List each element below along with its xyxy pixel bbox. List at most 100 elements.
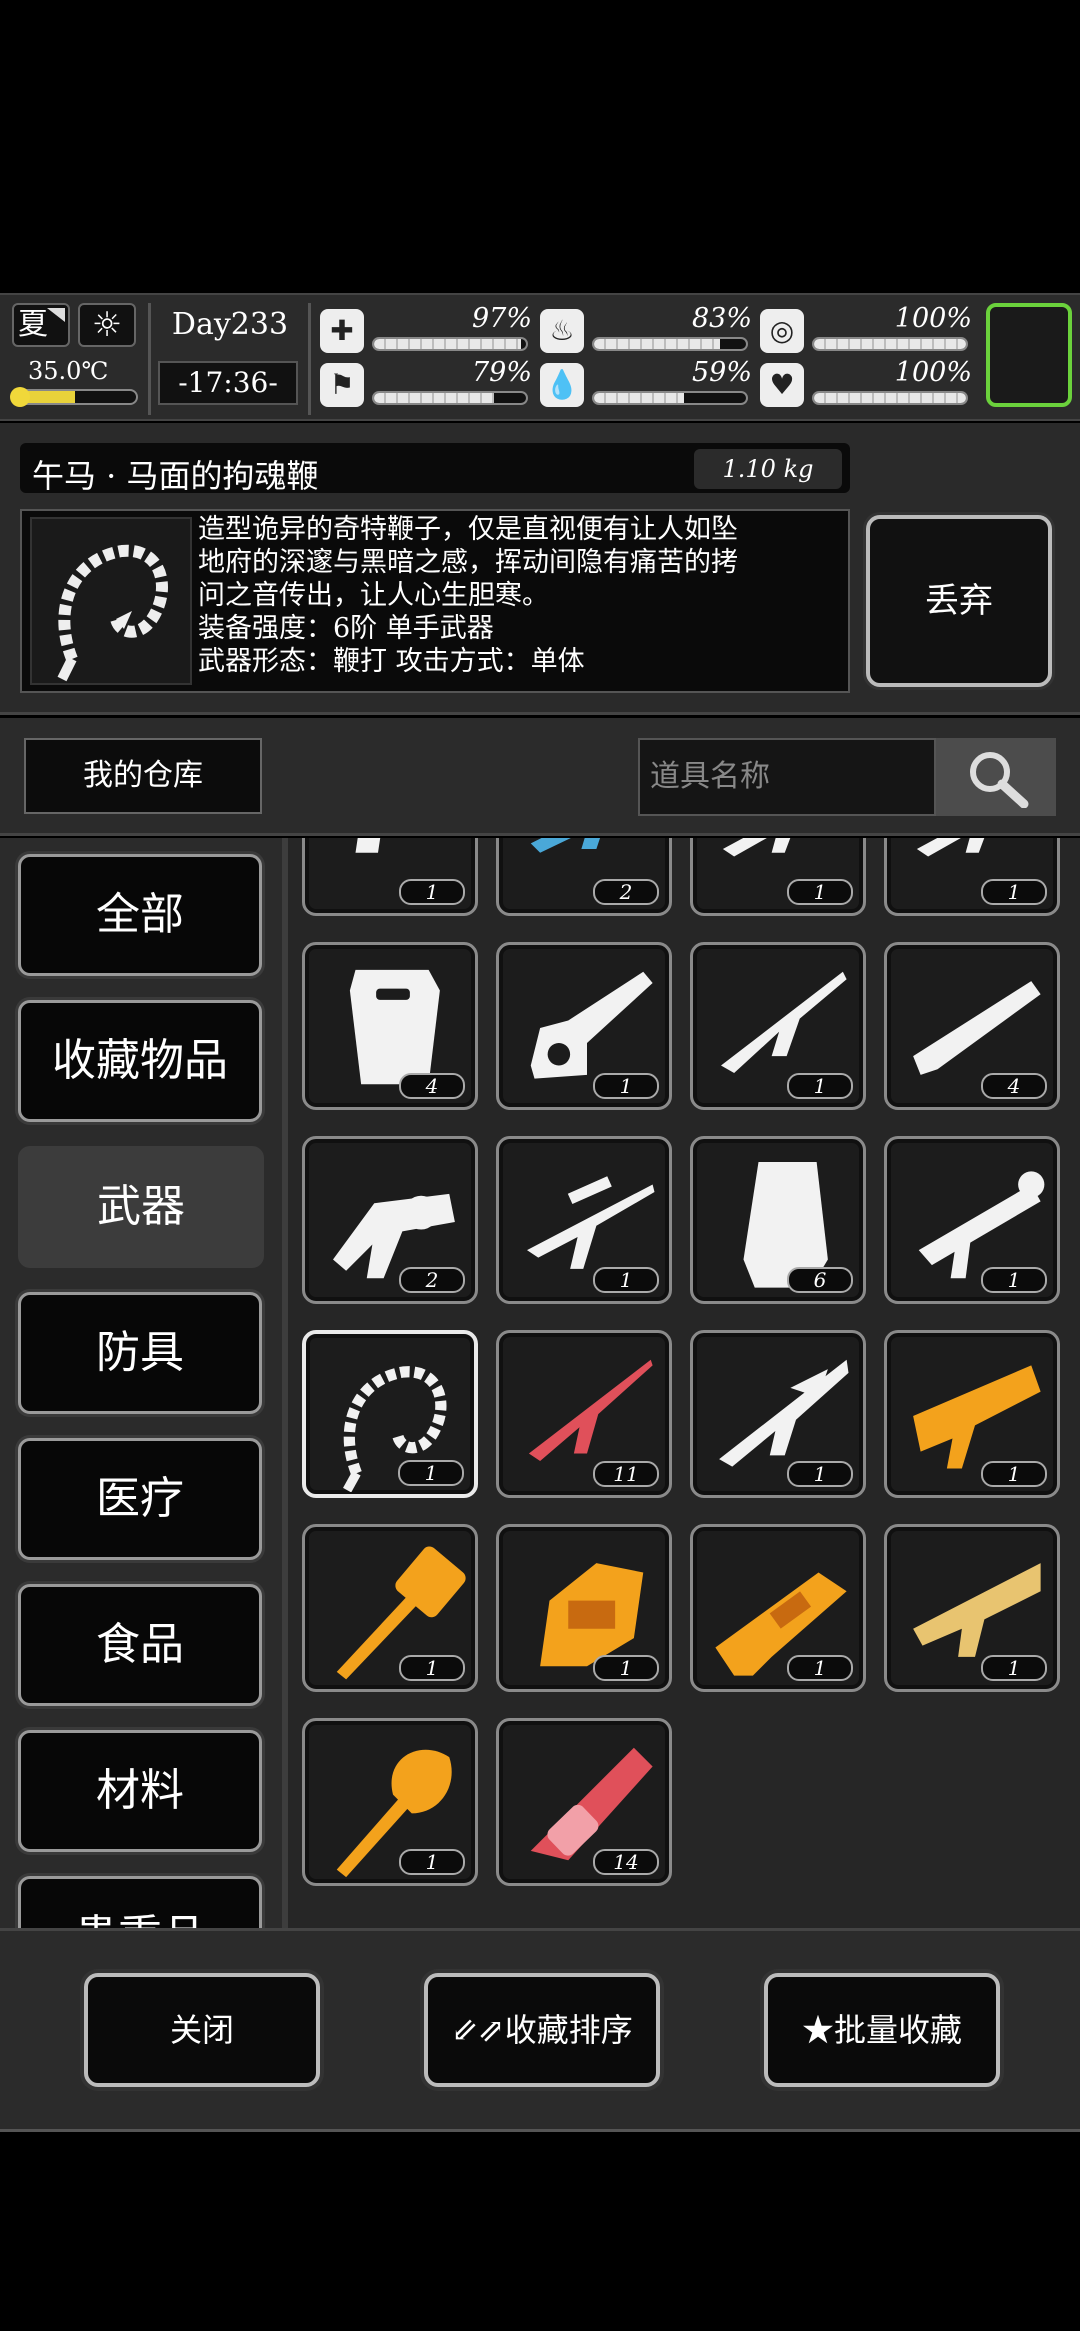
- description-line: 问之音传出，让人心生胆寒。: [198, 580, 549, 611]
- item-slot-carbine[interactable]: 1: [884, 838, 1060, 916]
- heart-icon: ♥: [760, 363, 804, 407]
- category-food[interactable]: 食品: [18, 1584, 262, 1706]
- item-slot-pistol[interactable]: 1: [302, 838, 478, 916]
- item-slot-rocket-launcher[interactable]: 1: [884, 1136, 1060, 1304]
- item-slot-golden-shotgun[interactable]: 1: [884, 1524, 1060, 1692]
- item-name: 午马 · 马面的拘魂鞭: [32, 457, 319, 495]
- season-label: 夏: [18, 307, 48, 342]
- category-favorites[interactable]: 收藏物品: [18, 1000, 262, 1122]
- item-count: 1: [787, 879, 853, 905]
- stat-stamina: ⚑ 79%: [320, 357, 540, 409]
- item-slot-sniper-rifle[interactable]: 1: [496, 1136, 672, 1304]
- item-count: 1: [399, 1849, 465, 1875]
- stat-percent: 79%: [471, 357, 532, 388]
- medkit-icon: ✚: [320, 309, 364, 353]
- item-count: 1: [593, 1267, 659, 1293]
- stat-bar: [812, 337, 968, 351]
- search-input[interactable]: 道具名称: [638, 738, 936, 816]
- category-all[interactable]: 全部: [18, 854, 262, 976]
- item-slot-horse-head-mace[interactable]: 1: [302, 1718, 478, 1886]
- my-warehouse-button[interactable]: 我的仓库: [24, 738, 262, 814]
- item-count: 1: [981, 1461, 1047, 1487]
- category-valuables[interactable]: 贵重品: [18, 1876, 262, 1928]
- stat-percent: 59%: [691, 357, 752, 388]
- item-slot-chainsaw[interactable]: 1: [496, 942, 672, 1110]
- item-slot-shotgun[interactable]: 4: [884, 942, 1060, 1110]
- season-corner-icon: [47, 308, 65, 322]
- category-materials[interactable]: 材料: [18, 1730, 262, 1852]
- category-armor[interactable]: 防具: [18, 1292, 262, 1414]
- divider: [308, 303, 311, 415]
- search-row: 我的仓库 道具名称: [0, 718, 1080, 836]
- search-button[interactable]: [936, 738, 1056, 816]
- stat-percent: 97%: [471, 303, 532, 334]
- quick-slot[interactable]: [986, 303, 1072, 407]
- item-description-box: 造型诡异的奇特鞭子，仅是直视便有让人如坠 地府的深邃与黑暗之感，挥动间隐有痛苦的…: [20, 509, 850, 693]
- brain-icon: ◎: [760, 309, 804, 353]
- item-slot-bone-whip[interactable]: 1: [302, 1330, 478, 1498]
- item-slot-grenade-launcher[interactable]: 2: [302, 1136, 478, 1304]
- category-medical[interactable]: 医疗: [18, 1438, 262, 1560]
- item-slot-riot-shield[interactable]: 4: [302, 942, 478, 1110]
- item-count: 1: [787, 1461, 853, 1487]
- item-slot-red-sniper-rifle[interactable]: 11: [496, 1330, 672, 1498]
- description-line: 武器形态：鞭打 攻击方式：单体: [198, 646, 585, 677]
- status-bar: 夏 ☼ 35.0℃ Day233 -17:36- ✚ 97% ♨ 83% ◎ 1…: [0, 293, 1080, 421]
- item-slot-golden-cannon[interactable]: 1: [884, 1330, 1060, 1498]
- close-button[interactable]: 关闭: [84, 1973, 320, 2087]
- item-slot-red-minigun[interactable]: 14: [496, 1718, 672, 1886]
- stat-fill: [814, 393, 966, 403]
- temperature-bar: [12, 389, 138, 405]
- category-weapons[interactable]: 武器: [18, 1146, 264, 1268]
- item-slot-golden-hammer[interactable]: 1: [302, 1524, 478, 1692]
- stat-bar: [372, 337, 528, 351]
- stat-fill: [814, 339, 966, 349]
- description-line: 造型诡异的奇特鞭子，仅是直视便有让人如坠: [198, 514, 738, 545]
- item-slot-assault-rifle[interactable]: 1: [690, 838, 866, 916]
- divider: [148, 303, 151, 415]
- stat-mood: ♥ 100%: [760, 357, 980, 409]
- item-slot-blue-rifle[interactable]: 2: [496, 838, 672, 916]
- close-label: 关闭: [169, 2011, 234, 2049]
- batch-favorite-button[interactable]: ★批量收藏: [764, 1973, 1000, 2087]
- item-count: 4: [399, 1073, 465, 1099]
- stat-fill: [374, 339, 522, 349]
- stat-fill: [374, 393, 495, 403]
- stat-bar: [592, 391, 748, 405]
- item-count: 6: [787, 1267, 853, 1293]
- item-count: 11: [593, 1461, 659, 1487]
- search-icon: [970, 752, 1029, 808]
- stat-bar: [372, 391, 528, 405]
- temperature-label: 35.0℃: [28, 357, 109, 385]
- stat-sanity: ◎ 100%: [760, 303, 980, 355]
- item-count: 1: [399, 879, 465, 905]
- discard-button[interactable]: 丢弃: [866, 515, 1052, 687]
- stat-hunger: ♨ 83%: [540, 303, 760, 355]
- sort-label: 收藏排序: [504, 2011, 633, 2049]
- stat-fill: [594, 339, 721, 349]
- description-line: 装备强度：6阶 单手武器: [198, 613, 494, 644]
- sort-favorites-button[interactable]: ⇙⇗收藏排序: [424, 1973, 660, 2087]
- stat-bar: [592, 337, 748, 351]
- clock: -17:36-: [158, 361, 298, 405]
- item-slot-golden-blaster[interactable]: 1: [690, 1524, 866, 1692]
- stat-fill: [594, 393, 684, 403]
- item-slot-dragon-rifle[interactable]: 1: [690, 1330, 866, 1498]
- stat-health: ✚ 97%: [320, 303, 540, 355]
- stomach-icon: ♨: [540, 309, 584, 353]
- item-slot-heavy-shield[interactable]: 6: [690, 1136, 866, 1304]
- swap-arrows-icon: ⇙⇗: [451, 2011, 505, 2049]
- item-count: 1: [399, 1655, 465, 1681]
- stat-percent: 100%: [894, 303, 972, 334]
- item-slot-golden-chainsaw[interactable]: 1: [496, 1524, 672, 1692]
- description-line: 地府的深邃与黑暗之感，挥动间隐有痛苦的拷: [198, 547, 738, 578]
- item-count: 1: [398, 1460, 464, 1486]
- stat-thirst: 💧 59%: [540, 357, 760, 409]
- item-count: 2: [399, 1267, 465, 1293]
- item-count: 2: [593, 879, 659, 905]
- item-count: 14: [593, 1849, 659, 1875]
- item-slot-battle-rifle[interactable]: 1: [690, 942, 866, 1110]
- category-list: 全部 收藏物品 武器 防具 医疗 食品 材料 贵重品: [0, 838, 282, 1928]
- day-counter: Day233: [171, 307, 289, 342]
- stamina-icon: ⚑: [320, 363, 364, 407]
